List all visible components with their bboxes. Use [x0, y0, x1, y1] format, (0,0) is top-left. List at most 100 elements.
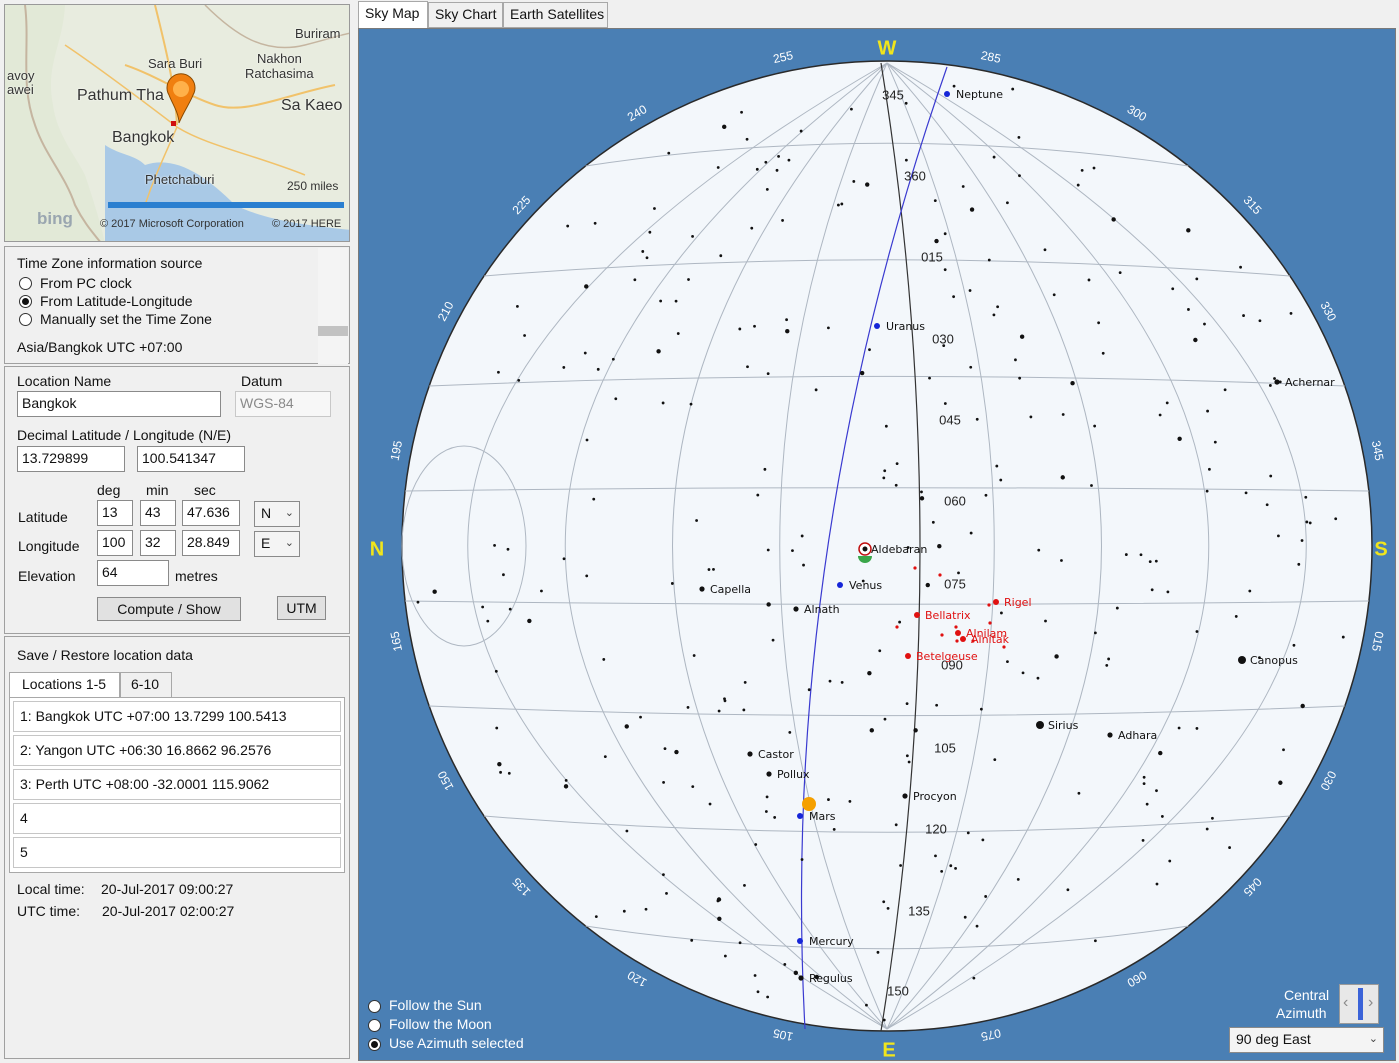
- tz-option-pc-clock-radio[interactable]: [19, 277, 32, 290]
- longitude-min-input[interactable]: 32: [140, 530, 176, 556]
- named-star[interactable]: [766, 771, 772, 777]
- elevation-input[interactable]: 64: [97, 560, 169, 586]
- named-star[interactable]: [699, 586, 705, 592]
- background-star: [764, 160, 768, 164]
- use-azimuth-label[interactable]: Use Azimuth selected: [389, 1035, 524, 1051]
- background-star: [502, 573, 505, 577]
- tab-sky-map[interactable]: Sky Map: [358, 1, 428, 29]
- background-star: [1195, 277, 1199, 281]
- latitude-deg-input[interactable]: 13: [97, 500, 133, 526]
- named-star[interactable]: [902, 793, 908, 799]
- saved-location-1[interactable]: 1: Bangkok UTC +07:00 13.7299 100.5413: [13, 701, 341, 732]
- named-star[interactable]: [798, 975, 804, 981]
- chevron-right-icon[interactable]: ›: [1368, 994, 1373, 1012]
- planet-marker[interactable]: [797, 813, 803, 819]
- follow-sun-radio[interactable]: [368, 1000, 381, 1013]
- tab-locations-6-10[interactable]: 6-10: [120, 672, 172, 698]
- map-place-label: avoy: [7, 68, 35, 83]
- named-star[interactable]: [1107, 732, 1113, 738]
- background-star: [777, 155, 780, 158]
- tab-sky-chart[interactable]: Sky Chart: [428, 2, 503, 28]
- background-star: [1105, 664, 1109, 667]
- azimuth-spinner[interactable]: ‹ ›: [1339, 984, 1379, 1024]
- background-star: [633, 278, 637, 282]
- location-name-input[interactable]: Bangkok: [17, 391, 221, 417]
- latitude-hemisphere-select[interactable]: N ⌄: [254, 501, 300, 527]
- azimuth-select[interactable]: 90 deg East ⌄: [1229, 1027, 1384, 1053]
- follow-moon-radio[interactable]: [368, 1019, 381, 1032]
- constellation-star: [938, 573, 942, 577]
- saved-location-2[interactable]: 2: Yangon UTC +06:30 16.8662 96.2576: [13, 735, 341, 766]
- background-star: [935, 703, 939, 707]
- decimal-latlon-label: Decimal Latitude / Longitude (N/E): [17, 427, 231, 443]
- use-azimuth-radio[interactable]: [368, 1038, 381, 1051]
- saved-location-5[interactable]: 5: [13, 837, 341, 868]
- background-star: [499, 770, 502, 774]
- background-star: [1203, 322, 1206, 326]
- tz-option-manual-label[interactable]: Manually set the Time Zone: [40, 311, 212, 327]
- map-place-label: awei: [7, 82, 34, 97]
- background-star: [753, 974, 757, 977]
- utm-button[interactable]: UTM: [277, 596, 326, 620]
- tz-option-pc-clock-label[interactable]: From PC clock: [40, 275, 132, 291]
- planet-marker[interactable]: [874, 323, 880, 329]
- chevron-left-icon[interactable]: ‹: [1343, 994, 1348, 1012]
- background-star: [968, 289, 972, 292]
- background-star: [942, 344, 946, 348]
- tab-locations-1-5[interactable]: Locations 1-5: [9, 672, 120, 700]
- planet-marker[interactable]: [797, 938, 803, 944]
- background-star: [869, 728, 874, 733]
- background-star: [905, 754, 909, 758]
- background-star: [1092, 166, 1096, 170]
- named-star[interactable]: [1238, 656, 1246, 664]
- tz-option-latlon-label[interactable]: From Latitude-Longitude: [40, 293, 193, 309]
- planet-marker[interactable]: [944, 91, 950, 97]
- latitude-min-input[interactable]: 43: [140, 500, 176, 526]
- sky-map[interactable]: 255 240 225 210 195 285 300 315 330 345 015 030 045 0…: [358, 28, 1396, 1061]
- background-star: [799, 129, 803, 133]
- longitude-hemisphere-select[interactable]: E ⌄: [254, 531, 300, 557]
- longitude-deg-input[interactable]: 100: [97, 530, 133, 556]
- background-star: [952, 295, 956, 299]
- background-star: [497, 761, 502, 767]
- named-star[interactable]: [1036, 721, 1044, 729]
- named-star[interactable]: [747, 751, 753, 757]
- named-star-label: Castor: [758, 748, 794, 761]
- timezone-scrollbar[interactable]: [318, 248, 348, 364]
- rim-azimuth-label: 195: [388, 439, 406, 462]
- azimuth-slider-thumb[interactable]: [1358, 988, 1363, 1020]
- background-star: [1029, 415, 1033, 419]
- rim-azimuth-label: 285: [980, 48, 1003, 66]
- location-map[interactable]: Buriram Sara Buri Nakhon Ratchasima avoy awei…: [4, 4, 350, 242]
- compass-letter: S: [1374, 538, 1387, 560]
- named-star[interactable]: [1274, 379, 1280, 385]
- background-star: [1289, 311, 1293, 315]
- compute-show-button[interactable]: Compute / Show: [97, 597, 241, 621]
- rim-azimuth-label: 075: [979, 1026, 1002, 1044]
- background-star: [562, 366, 566, 369]
- map-copyright-here: © 2017 HERE: [272, 218, 342, 230]
- constellation-star: [940, 633, 944, 637]
- tab-earth-satellites[interactable]: Earth Satellites: [503, 2, 608, 28]
- saved-location-3[interactable]: 3: Perth UTC +08:00 -32.0001 115.9062: [13, 769, 341, 800]
- planet-marker[interactable]: [837, 582, 843, 588]
- background-star: [1093, 631, 1097, 635]
- named-star[interactable]: [793, 606, 799, 612]
- sun-marker[interactable]: [802, 797, 816, 811]
- tz-option-manual-radio[interactable]: [19, 313, 32, 326]
- background-star: [486, 619, 490, 623]
- background-star: [493, 543, 496, 547]
- follow-sun-label[interactable]: Follow the Sun: [389, 997, 482, 1013]
- tz-option-latlon-radio[interactable]: [19, 295, 32, 308]
- rim-azimuth-label: 150: [435, 768, 457, 793]
- background-star: [659, 299, 663, 303]
- constellation-star-label: Betelgeuse: [916, 650, 978, 663]
- sky-map-canvas[interactable]: 255 240 225 210 195 285 300 315 330 345 015 030 045 0…: [359, 29, 1397, 1062]
- longitude-sec-input[interactable]: 28.849: [182, 530, 240, 556]
- follow-moon-label[interactable]: Follow the Moon: [389, 1016, 492, 1032]
- decimal-latitude-input[interactable]: 13.729899: [17, 446, 125, 472]
- aldebaran-label: Aldebaran: [871, 543, 927, 556]
- decimal-longitude-input[interactable]: 100.541347: [137, 446, 245, 472]
- saved-location-4[interactable]: 4: [13, 803, 341, 834]
- latitude-sec-input[interactable]: 47.636: [182, 500, 240, 526]
